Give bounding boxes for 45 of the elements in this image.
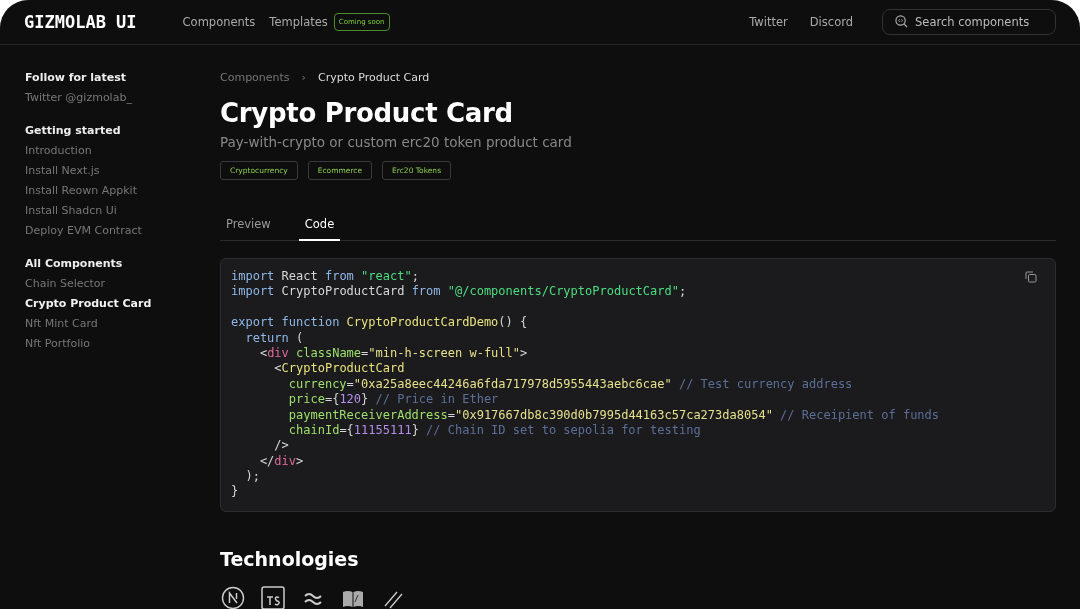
sidebar-item[interactable]: Crypto Product Card [25,297,220,310]
page-subtitle: Pay-with-crypto or custom erc20 token product card [220,134,573,150]
code-line: paymentReceiverAddress="0x917667db8c390d0b7995d44163c57ca273da8054" // Receipient of funds [287,407,940,423]
sidebar-item[interactable]: Install Reown Appkit [25,184,220,197]
code-line: <div className="min-h-screen w-full"> [258,345,528,362]
typescript-logo-icon [261,585,285,609]
section-heading: Technologies [220,547,360,570]
sidebar-item[interactable]: Twitter @gizmolab_ [25,91,220,104]
tab[interactable]: Code [298,217,341,241]
code-line: chainId={11155111} // Chain ID set to sepolia for testing [287,422,701,439]
code-line: export function CryptoProductCardDemo() { [231,315,528,331]
search-icon [895,15,908,28]
code-line: </div> [258,453,304,470]
search-field[interactable]: Search components [882,9,1056,35]
logo[interactable]: GIZMOLAB UI [24,12,137,32]
nav-link[interactable]: Twitter [749,15,788,29]
breadcrumb-link[interactable]: Components [220,71,290,84]
code-line: currency="0xa25a8eec44246a6fda717978d5955443aebc6cae" // Test currency address [287,376,853,393]
code-line: return ( [244,330,304,346]
sidebar-item[interactable]: Chain Selector [25,277,220,290]
sidebar-item[interactable]: Install Shadcn Ui [25,204,220,217]
page-title: Crypto Product Card [220,98,514,128]
nav-link[interactable]: Components [182,15,256,29]
sidebar-item[interactable]: Nft Mint Card [25,317,220,330]
nav-link[interactable]: Templates [269,15,328,29]
sidebar-item[interactable]: Nft Portfolio [25,337,220,350]
nav-link[interactable]: Discord [809,15,853,29]
code-line: <CryptoProductCard [273,361,405,377]
section-heading: Getting started [25,124,122,137]
code-line: import CryptoProductCard from "@/components/CryptoProductCard"; [231,284,687,300]
code-line: } [231,484,239,500]
letter-n-logo-icon [221,585,245,609]
copy-icon[interactable] [1025,271,1037,283]
code-line: /> [273,438,289,454]
code-line: import React from "react"; [231,269,419,285]
section-heading: Follow for latest [25,71,128,84]
tab[interactable]: Preview [220,217,277,241]
section-heading: All Components [25,257,124,270]
code-line: ); [244,469,260,485]
sidebar-item[interactable]: Install Next.js [25,164,220,177]
sidebar-item[interactable]: Introduction [25,144,220,157]
code-line: price={120} // Price in Ether [287,392,499,408]
sidebar-item[interactable]: Deploy EVM Contract [25,224,220,237]
breadcrumb-current: Crypto Product Card [318,71,430,84]
breadcrumb-separator: › [301,71,306,84]
